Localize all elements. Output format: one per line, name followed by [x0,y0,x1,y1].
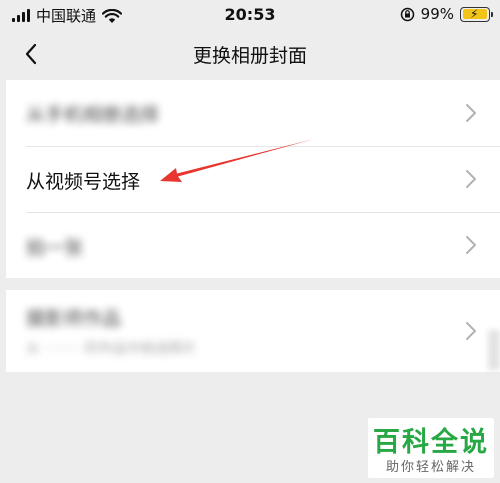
watermark-title: 百科全说 [373,427,489,458]
edge-shadow [488,330,500,370]
option-label: 拍一张 [26,237,84,259]
chevron-right-icon [466,236,476,254]
battery-percent: 99% [420,5,454,23]
status-bar: 中国联通 20:53 99% ⚡ [0,0,500,30]
option-take-photo[interactable]: 拍一张 [6,213,500,278]
orientation-lock-icon [400,7,414,21]
watermark-subtitle: 助你轻松解决 [385,460,476,475]
option-sub-label: 从 ········ 的作品中挑选照片 [26,341,197,357]
nav-bar: 更换相册封面 [0,30,500,78]
status-right: 99% ⚡ [400,5,493,23]
option-phone-album[interactable]: 从手机相册选择 [6,80,500,146]
battery-icon: ⚡ [460,6,493,22]
cover-source-options: 从手机相册选择 从视频号选择 拍一张 [6,80,500,278]
chevron-right-icon [466,322,476,340]
page-title: 更换相册封面 [192,45,307,67]
charging-bolt-icon: ⚡ [470,6,479,21]
chevron-right-icon [466,170,476,188]
photographer-works-option[interactable]: 摄影师作品 从 ········ 的作品中挑选照片 [6,290,500,372]
chevron-right-icon [466,104,476,122]
option-label: 摄影师作品 [26,308,122,330]
option-label: 从手机相册选择 [26,104,160,126]
option-channels[interactable]: 从视频号选择 [6,147,500,212]
option-label: 从视频号选择 [26,171,141,193]
watermark-logo: 百科全说 助你轻松解决 [368,418,494,478]
